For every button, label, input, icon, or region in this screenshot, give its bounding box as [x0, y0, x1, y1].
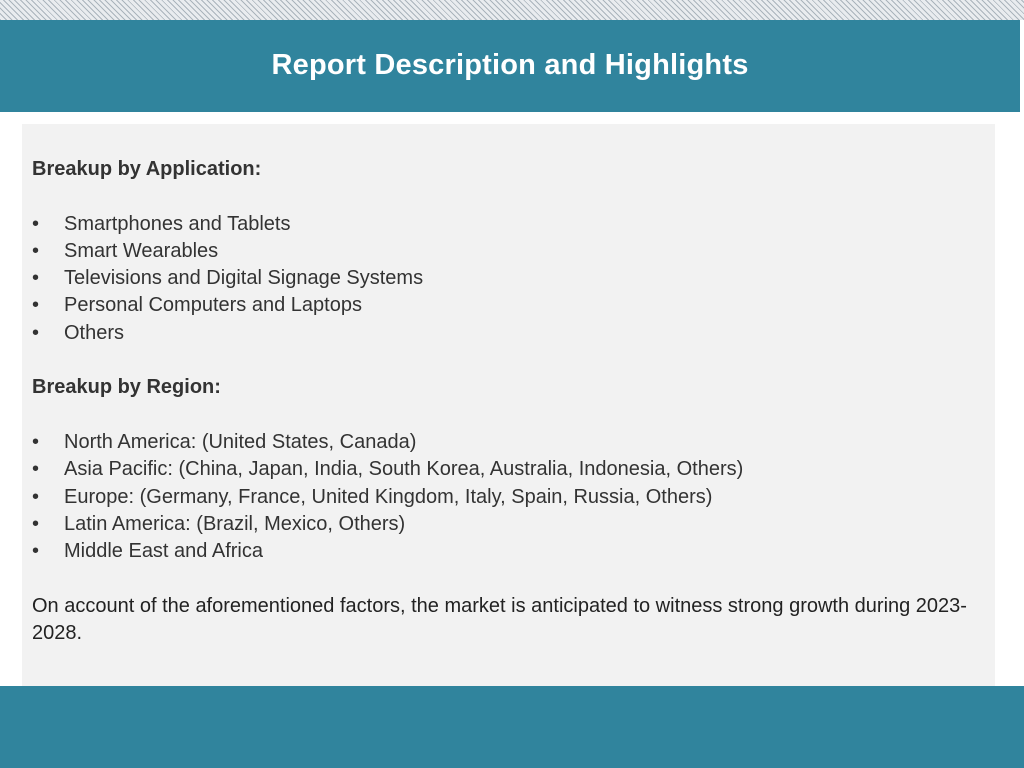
- bullet-icon: •: [32, 294, 40, 317]
- list-item: • Asia Pacific: (China, Japan, India, Sou…: [32, 456, 985, 483]
- list-item: • Personal Computers and Laptops: [32, 292, 985, 319]
- list-item-label: Asia Pacific: (China, Japan, India, Sout…: [64, 458, 744, 481]
- application-list: • Smartphones and Tablets • Smart Wearable…: [32, 211, 985, 347]
- bullet-icon: •: [32, 239, 40, 262]
- list-item-label: Televisions and Digital Signage Systems: [64, 267, 424, 290]
- list-item: • Middle East and Africa: [32, 538, 985, 565]
- header-bar: Report Description and Highlights: [0, 20, 1020, 112]
- application-heading: Breakup by Application:: [32, 158, 262, 180]
- bullet-icon: •: [32, 430, 40, 453]
- slide: Report Description and Highlights Breaku…: [0, 0, 1024, 768]
- list-item: • Smart Wearables: [32, 238, 985, 265]
- list-item: • Smartphones and Tablets: [32, 211, 985, 238]
- list-item: • Europe: (Germany, France, United Kingdo…: [32, 484, 985, 511]
- list-item: • Others: [32, 320, 985, 347]
- region-heading: Breakup by Region:: [32, 376, 221, 399]
- list-item-label: Europe: (Germany, France, United Kingdom…: [64, 485, 713, 508]
- footer-bar: [0, 686, 1024, 768]
- bullet-icon: •: [32, 485, 40, 508]
- list-item-label: Smartphones and Tablets: [64, 212, 291, 235]
- bullet-icon: •: [32, 512, 40, 535]
- list-item: • North America: (United States, Canada): [32, 429, 985, 456]
- bullet-icon: •: [32, 458, 40, 481]
- content-panel: Breakup by Application: • Smartphones and…: [22, 124, 995, 686]
- bullet-icon: •: [32, 212, 40, 235]
- list-item: • Latin America: (Brazil, Mexico, Others): [32, 511, 985, 538]
- bullet-icon: •: [32, 267, 40, 290]
- bullet-icon: •: [32, 540, 40, 563]
- list-item-label: Smart Wearables: [64, 239, 219, 262]
- region-list: • North America: (United States, Canada) …: [32, 429, 985, 565]
- bullet-icon: •: [32, 321, 40, 344]
- list-item: • Televisions and Digital Signage Systems: [32, 265, 985, 292]
- list-item-label: Latin America: (Brazil, Mexico, Others): [64, 512, 406, 535]
- list-item-label: North America: (United States, Canada): [64, 430, 417, 453]
- closing-paragraph: On account of the aforementioned factors…: [32, 594, 967, 645]
- list-item-label: Others: [64, 321, 125, 344]
- page-title: Report Description and Highlights: [271, 48, 749, 81]
- decorative-pattern-strip: [0, 0, 1024, 20]
- list-item-label: Middle East and Africa: [64, 540, 263, 563]
- list-item-label: Personal Computers and Laptops: [64, 294, 362, 317]
